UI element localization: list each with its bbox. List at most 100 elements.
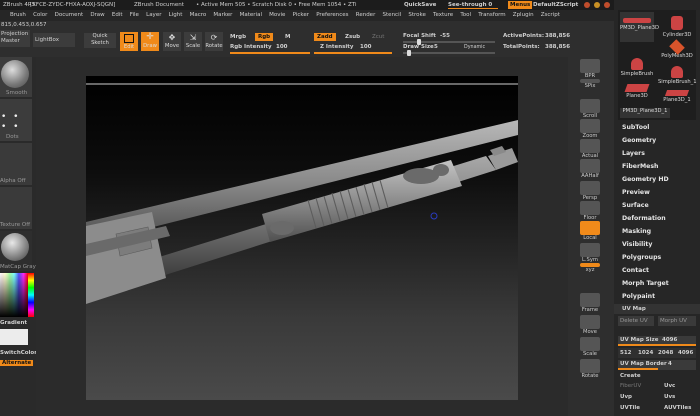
draw-size-slider[interactable]: [403, 50, 495, 56]
menu-brush[interactable]: Brush: [10, 12, 26, 18]
shelf-zoom-button[interactable]: Zoom: [575, 119, 605, 139]
tool-menu-subtool[interactable]: SubTool: [622, 124, 649, 131]
menu-transform[interactable]: Transform: [478, 12, 505, 18]
tool-menu-deformation[interactable]: Deformation: [622, 215, 666, 222]
tool-menu-preview[interactable]: Preview: [622, 189, 650, 196]
lightbox-button[interactable]: LightBox: [33, 33, 75, 47]
menu-zscript[interactable]: Zscript: [541, 12, 560, 18]
shelf-move-button[interactable]: Move: [575, 315, 605, 335]
shelf-rotate-button[interactable]: Rotate: [575, 359, 605, 379]
menu-file[interactable]: File: [130, 12, 139, 18]
stroke-thumbnail[interactable]: • • • • Dots: [0, 99, 32, 141]
tool-thumb-simplebrush-1[interactable]: SimpleBrush_1: [658, 66, 697, 90]
move-button[interactable]: ✥ Move: [163, 32, 181, 51]
fiberuv-button[interactable]: FiberUV: [620, 383, 641, 389]
brush-thumbnail[interactable]: Smooth: [0, 57, 32, 97]
uvtile-button[interactable]: UVTile: [620, 405, 640, 411]
tool-thumb-plane3d-1[interactable]: Plane3D_1: [660, 90, 694, 110]
uv-size-1024[interactable]: 1024: [638, 350, 653, 356]
zsub-button[interactable]: Zsub: [345, 34, 360, 40]
material-thumbnail[interactable]: MatCap Gray: [0, 231, 36, 271]
tool-thumb-plane3d[interactable]: Plane3D: [620, 84, 654, 106]
menu-macro[interactable]: Macro: [190, 12, 207, 18]
uvs-button[interactable]: Uvs: [664, 394, 675, 400]
menu-draw[interactable]: Draw: [90, 12, 104, 18]
menu-picker[interactable]: Picker: [293, 12, 309, 18]
shelf-persp-button[interactable]: Persp: [575, 181, 605, 201]
menu-stencil[interactable]: Stencil: [383, 12, 402, 18]
alpha-thumbnail[interactable]: Alpha Off: [0, 143, 32, 185]
menu-document[interactable]: Document: [55, 12, 84, 18]
tool-menu-surface[interactable]: Surface: [622, 202, 649, 209]
create-header[interactable]: Create: [620, 373, 641, 379]
shelf-spix-button[interactable]: SPix: [575, 79, 605, 89]
z-intensity-slider[interactable]: [314, 52, 392, 54]
menu-marker[interactable]: Marker: [213, 12, 232, 18]
tool-menu-fibermesh[interactable]: FiberMesh: [622, 163, 658, 170]
auvtiles-button[interactable]: AUVTiles: [664, 405, 691, 411]
shelf-bpr-button[interactable]: BPR: [575, 59, 605, 79]
shelf-xyz-button[interactable]: xyz: [575, 263, 605, 273]
menu-render[interactable]: Render: [356, 12, 376, 18]
shelf-l-sym-button[interactable]: L.Sym: [575, 243, 605, 263]
menu-stroke[interactable]: Stroke: [408, 12, 426, 18]
tool-menu-geometry-hd[interactable]: Geometry HD: [622, 176, 669, 183]
switch-color-button[interactable]: SwitchColor: [0, 350, 37, 356]
tool-thumb-pm3d-plane3d[interactable]: PM3D_Plane3D: [620, 12, 659, 42]
shelf-local-button[interactable]: Local: [575, 221, 605, 241]
texture-thumbnail[interactable]: Texture Off: [0, 187, 32, 229]
menu-texture[interactable]: Texture: [433, 12, 453, 18]
projection-master-button[interactable]: Projection Master: [0, 30, 30, 47]
help-icon[interactable]: [584, 2, 590, 8]
see-through-track[interactable]: [448, 8, 498, 9]
m-button[interactable]: M: [285, 34, 290, 40]
shelf-scroll-button[interactable]: Scroll: [575, 99, 605, 119]
uv-size-4096[interactable]: 4096: [678, 350, 693, 356]
tool-menu-contact[interactable]: Contact: [622, 267, 649, 274]
rotate-button[interactable]: ⟳ Rotate: [205, 32, 223, 51]
tool-menu-morph-target[interactable]: Morph Target: [622, 280, 669, 287]
color-picker[interactable]: [0, 273, 28, 317]
tool-menu-masking[interactable]: Masking: [622, 228, 651, 235]
uvp-button[interactable]: Uvp: [620, 394, 632, 400]
focal-shift-slider[interactable]: [403, 39, 495, 45]
delete-uv-button[interactable]: Delete UV: [618, 316, 654, 326]
menu-zplugin[interactable]: Zplugin: [513, 12, 534, 18]
tool-thumb-polymesh3d[interactable]: PolyMesh3D: [660, 39, 694, 62]
uv-map-border-slider[interactable]: UV Map Border 4: [618, 360, 696, 370]
scale-button[interactable]: ⇲ Scale: [184, 32, 202, 51]
uv-map-size-slider[interactable]: UV Map Size 4096: [618, 336, 696, 346]
rgb-button[interactable]: Rgb: [255, 33, 274, 41]
uvc-button[interactable]: Uvc: [664, 383, 675, 389]
shelf-aahalf-button[interactable]: AAHalf: [575, 159, 605, 179]
alternate-button[interactable]: Alternate: [0, 360, 34, 366]
menu-edit[interactable]: Edit: [112, 12, 123, 18]
hue-strip[interactable]: [28, 273, 34, 317]
menus-toggle[interactable]: Menus: [508, 1, 533, 9]
rgb-intensity-slider[interactable]: [230, 52, 310, 54]
shelf-floor-button[interactable]: Floor: [575, 201, 605, 221]
menu-light[interactable]: Light: [169, 12, 183, 18]
quick-sketch-button[interactable]: Quick Sketch: [84, 33, 116, 48]
tool-menu-polypaint[interactable]: Polypaint: [622, 293, 655, 300]
tool-menu-polygroups[interactable]: Polygroups: [622, 254, 661, 261]
tool-thumb-cylinder3d[interactable]: Cylinder3D: [660, 12, 694, 42]
zadd-button[interactable]: Zadd: [314, 33, 336, 41]
tool-thumb-simplebrush[interactable]: SimpleBrush: [620, 56, 654, 82]
menu-movie[interactable]: Movie: [269, 12, 285, 18]
tool-menu-layers[interactable]: Layers: [622, 150, 645, 157]
uv-map-header[interactable]: UV Map: [614, 304, 700, 314]
default-zscript-button[interactable]: DefaultZScript: [533, 2, 578, 8]
uv-size-2048[interactable]: 2048: [658, 350, 673, 356]
dynamic-toggle[interactable]: Dynamic: [464, 45, 485, 50]
gradient-toggle[interactable]: Gradient: [0, 320, 27, 326]
close-icon[interactable]: [604, 2, 610, 8]
menu-color[interactable]: Color: [33, 12, 47, 18]
uv-size-512[interactable]: 512: [620, 350, 631, 356]
tool-menu-geometry[interactable]: Geometry: [622, 137, 656, 144]
shelf-frame-button[interactable]: Frame: [575, 293, 605, 313]
menu-material[interactable]: Material: [240, 12, 262, 18]
shelf-scale-button[interactable]: Scale: [575, 337, 605, 357]
mrgb-button[interactable]: Mrgb: [230, 34, 246, 40]
zcut-button[interactable]: Zcut: [372, 34, 384, 40]
